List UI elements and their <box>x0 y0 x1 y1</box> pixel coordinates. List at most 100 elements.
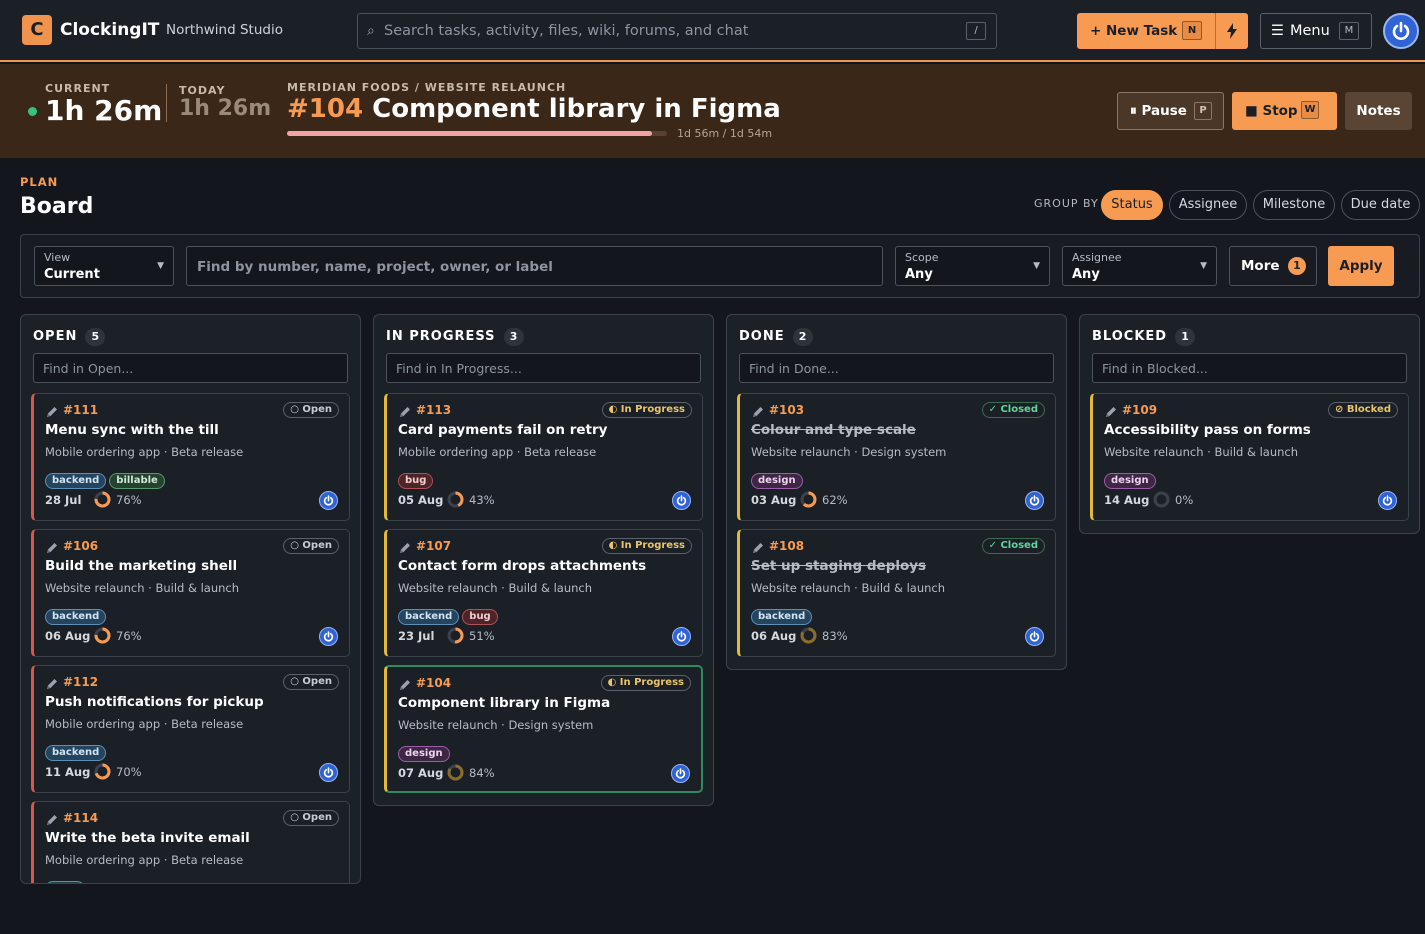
active-task-title[interactable]: #104 Component library in Figma <box>287 94 781 124</box>
pause-button[interactable]: ⏸ Pause P <box>1117 92 1224 130</box>
label-tag[interactable]: design <box>398 746 450 762</box>
edit-icon[interactable] <box>751 404 765 418</box>
task-title[interactable]: Write the beta invite email <box>45 830 250 846</box>
task-number[interactable]: #112 <box>63 675 98 689</box>
task-title[interactable]: Component library in Figma <box>398 695 610 711</box>
label-tag[interactable]: design <box>751 473 803 489</box>
time-progress-bar <box>287 131 667 136</box>
label-tag[interactable]: billable <box>109 473 165 489</box>
task-number[interactable]: #107 <box>416 539 451 553</box>
task-number[interactable]: #106 <box>63 539 98 553</box>
assignee-avatar[interactable] <box>1378 491 1397 510</box>
assignee-avatar[interactable] <box>1025 627 1044 646</box>
task-card[interactable]: #113 ◐ In Progress Card payments fail on r… <box>384 393 703 521</box>
task-finder-input[interactable] <box>197 257 867 277</box>
assignee-avatar[interactable] <box>319 627 338 646</box>
search-input[interactable] <box>384 21 954 41</box>
label-tag[interactable]: design <box>1104 473 1156 489</box>
label-tag[interactable]: backend <box>45 609 107 625</box>
app-logo[interactable]: C <box>22 15 52 45</box>
edit-icon[interactable] <box>45 540 59 554</box>
assignee-avatar[interactable] <box>672 491 691 510</box>
task-card[interactable]: #112 ○ Open Push notifications for pickup M… <box>31 665 350 793</box>
task-card[interactable]: #109 ⊘ Blocked Accessibility pass on forms… <box>1090 393 1409 521</box>
task-number[interactable]: #103 <box>769 403 804 417</box>
task-number[interactable]: #104 <box>416 676 451 690</box>
task-number[interactable]: #111 <box>63 403 98 417</box>
new-task-button[interactable]: + New Task N <box>1077 13 1215 49</box>
edit-icon[interactable] <box>1104 404 1118 418</box>
label-tag[interactable]: backend <box>751 609 813 625</box>
task-number[interactable]: #109 <box>1122 403 1157 417</box>
task-card[interactable]: #107 ◐ In Progress Contact form drops atta… <box>384 529 703 657</box>
notes-button[interactable]: Notes <box>1345 92 1412 130</box>
task-number[interactable]: #113 <box>416 403 451 417</box>
edit-icon[interactable] <box>398 540 412 554</box>
group-by-assignee[interactable]: Assignee <box>1169 190 1247 220</box>
menu-button[interactable]: ☰ Menu M <box>1260 13 1372 49</box>
tag-list: bug <box>398 468 436 489</box>
project-path[interactable]: MERIDIAN FOODS / WEBSITE RELAUNCH <box>287 81 566 94</box>
more-filters-button[interactable]: More 1 <box>1229 246 1317 286</box>
task-card[interactable]: #103 ✓ Closed Colour and type scale Website… <box>737 393 1056 521</box>
edit-icon[interactable] <box>398 404 412 418</box>
app-name[interactable]: ClockingIT <box>60 20 159 40</box>
progress-percent: 70% <box>116 765 142 779</box>
edit-icon[interactable] <box>45 812 59 826</box>
task-card[interactable]: #106 ○ Open Build the marketing shell Websi… <box>31 529 350 657</box>
task-card[interactable]: #104 ◐ In Progress Component library in Fi… <box>384 665 703 793</box>
task-title[interactable]: Contact form drops attachments <box>398 558 646 574</box>
group-by-milestone[interactable]: Milestone <box>1253 190 1335 220</box>
edit-icon[interactable] <box>45 404 59 418</box>
assignee-select[interactable]: Assignee Any ▼ <box>1062 246 1217 286</box>
label-tag[interactable]: backend <box>45 473 107 489</box>
task-title[interactable]: Push notifications for pickup <box>45 694 264 710</box>
task-title[interactable]: Accessibility pass on forms <box>1104 422 1311 438</box>
task-card[interactable]: #108 ✓ Closed Set up staging deploys Websit… <box>737 529 1056 657</box>
edit-icon[interactable] <box>398 677 412 691</box>
workspace-name[interactable]: Northwind Studio <box>166 22 283 38</box>
group-by-due-date[interactable]: Due date <box>1341 190 1420 220</box>
column-search-input[interactable] <box>43 360 333 377</box>
assignee-avatar[interactable] <box>671 764 690 783</box>
assignee-label: Assignee <box>1072 251 1122 264</box>
stop-button[interactable]: ■ Stop W <box>1232 92 1337 130</box>
column-search-input[interactable] <box>1102 360 1392 377</box>
progress-percent: 76% <box>116 493 142 507</box>
view-select[interactable]: View Current ▼ <box>34 246 174 286</box>
column-search-input[interactable] <box>749 360 1039 377</box>
task-title[interactable]: Set up staging deploys <box>751 558 926 574</box>
quick-action-button[interactable] <box>1215 13 1248 49</box>
user-avatar[interactable] <box>1383 13 1419 49</box>
assignee-avatar[interactable] <box>672 627 691 646</box>
label-tag[interactable]: bug <box>398 473 434 489</box>
task-title[interactable]: Card payments fail on retry <box>398 422 607 438</box>
progress-ring <box>94 491 111 508</box>
label-tag[interactable]: bug <box>462 609 498 625</box>
task-title[interactable]: Build the marketing shell <box>45 558 237 574</box>
label-tag[interactable]: copy <box>45 881 86 883</box>
task-number[interactable]: #114 <box>63 811 98 825</box>
progress-ring <box>447 627 464 644</box>
column-count: 1 <box>1175 328 1196 346</box>
label-tag[interactable]: backend <box>45 745 107 761</box>
assignee-avatar[interactable] <box>1025 491 1044 510</box>
assignee-avatar[interactable] <box>319 491 338 510</box>
task-title[interactable]: Menu sync with the till <box>45 422 219 438</box>
label-tag[interactable]: backend <box>398 609 460 625</box>
status-badge: ○ Open <box>283 674 339 690</box>
edit-icon[interactable] <box>751 540 765 554</box>
column-search-input[interactable] <box>396 360 686 377</box>
column-count: 5 <box>85 328 106 346</box>
task-title[interactable]: Colour and type scale <box>751 422 916 438</box>
task-number[interactable]: #108 <box>769 539 804 553</box>
task-card[interactable]: #111 ○ Open Menu sync with the till Mobile … <box>31 393 350 521</box>
edit-icon[interactable] <box>45 676 59 690</box>
task-project: Website relaunch · Design system <box>751 445 947 459</box>
scope-select[interactable]: Scope Any ▼ <box>895 246 1050 286</box>
apply-button[interactable]: Apply <box>1328 246 1394 286</box>
tag-list: backend <box>45 604 109 625</box>
task-card[interactable]: #114 ○ Open Write the beta invite email Mob… <box>31 801 350 883</box>
group-by-status[interactable]: Status <box>1101 190 1163 220</box>
assignee-avatar[interactable] <box>319 763 338 782</box>
